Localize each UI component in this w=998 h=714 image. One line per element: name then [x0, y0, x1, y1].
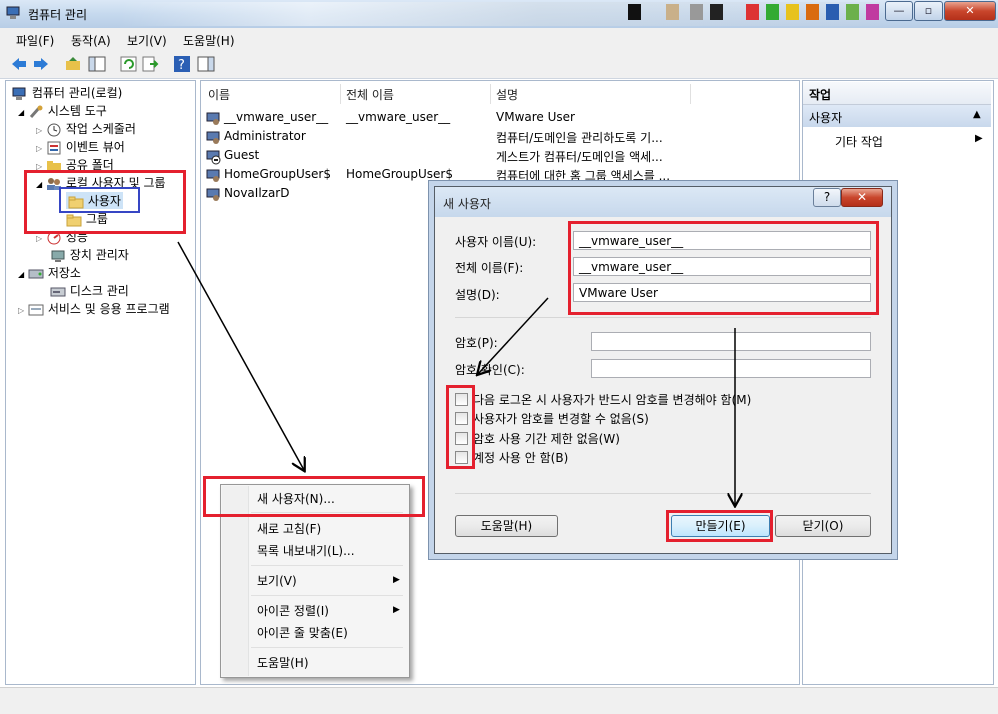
annotation-arrows: [177, 241, 998, 713]
arrow-line: [478, 297, 549, 374]
arrow-line: [177, 241, 304, 470]
